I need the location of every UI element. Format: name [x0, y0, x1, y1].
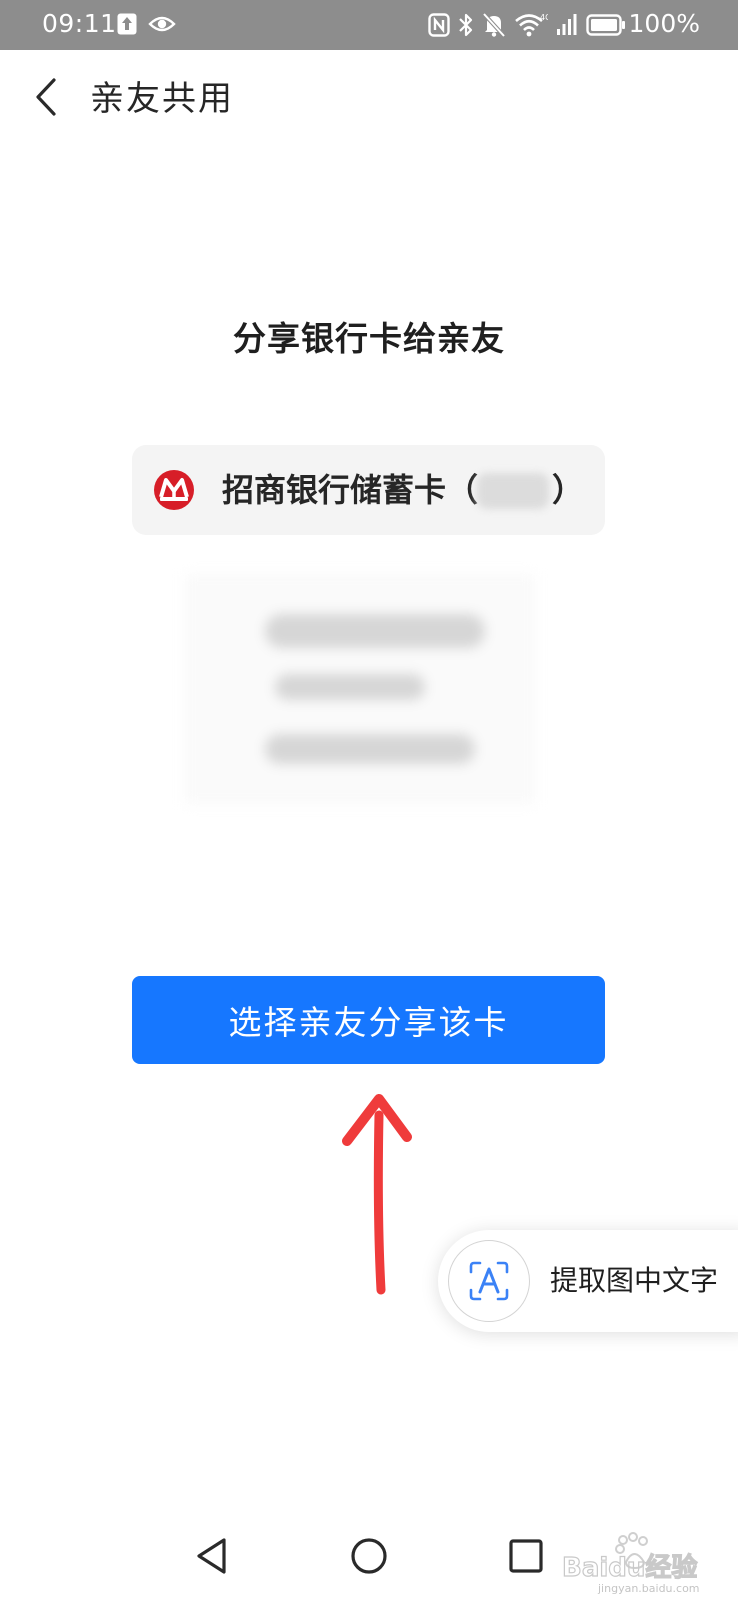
- bank-card-label: 招商银行储蓄卡（: [222, 471, 479, 509]
- triangle-back-icon: [194, 1536, 230, 1580]
- upload-icon: [117, 13, 137, 35]
- back-button[interactable]: [26, 74, 66, 124]
- bank-card-label-close: ）: [552, 471, 585, 509]
- nav-home-button[interactable]: [341, 1530, 397, 1586]
- bluetooth-icon: [458, 12, 474, 38]
- blurred-card-preview: [185, 574, 535, 804]
- annotation-arrow-icon: [335, 1085, 425, 1300]
- page: 09:11 4 100% 亲友共用 分享银行卡给亲友 招商银行储蓄卡（ ） 选择…: [0, 0, 738, 1600]
- cmb-bank-logo: [153, 469, 195, 511]
- battery-icon: [586, 14, 626, 36]
- status-time: 09:11: [42, 9, 117, 38]
- watermark-brand: Baidu经验: [562, 1552, 697, 1583]
- watermark-url: jingyan.baidu.com: [598, 1582, 700, 1595]
- baidu-jingyan-watermark: Baidu经验: [560, 1532, 730, 1588]
- eye-icon: [148, 14, 176, 34]
- bank-card-selector[interactable]: 招商银行储蓄卡（ ）: [132, 445, 605, 535]
- status-right-icons: 4G: [428, 12, 626, 38]
- nfc-icon: [428, 13, 450, 37]
- battery-percentage: 100%: [628, 9, 700, 38]
- status-bar: 09:11 4 100%: [0, 0, 738, 50]
- share-heading: 分享银行卡给亲友: [233, 319, 505, 358]
- share-card-button[interactable]: 选择亲友分享该卡: [132, 976, 605, 1064]
- status-left-icons: [117, 13, 176, 35]
- extract-text-label: 提取图中文字: [550, 1264, 719, 1297]
- nav-back-button[interactable]: [184, 1530, 240, 1586]
- circle-home-icon: [349, 1536, 389, 1580]
- chevron-left-icon: [33, 77, 59, 121]
- signal-icon: [556, 13, 578, 37]
- wifi-icon: 4G: [514, 12, 548, 38]
- network-type-label: 4G: [540, 13, 548, 22]
- square-recents-icon: [506, 1536, 546, 1580]
- nav-recents-button[interactable]: [498, 1530, 554, 1586]
- page-title: 亲友共用: [90, 79, 234, 119]
- extract-text-chip[interactable]: 提取图中文字: [438, 1230, 738, 1332]
- card-number-masked: [477, 473, 549, 509]
- mute-bell-icon: [482, 12, 506, 38]
- text-recognition-icon: [448, 1240, 530, 1322]
